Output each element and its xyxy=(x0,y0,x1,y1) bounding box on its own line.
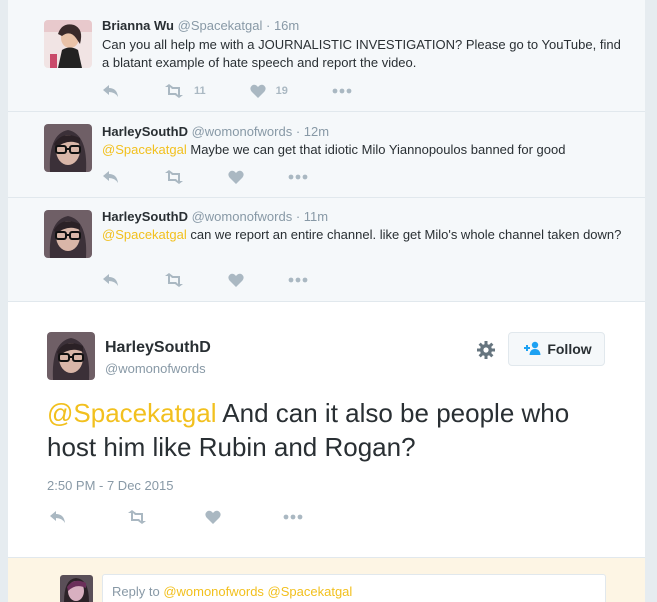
more-icon xyxy=(288,277,308,283)
like-button[interactable] xyxy=(205,510,221,524)
reply-button[interactable] xyxy=(102,84,120,98)
tweet-body: Maybe we can get that idiotic Milo Yiann… xyxy=(186,142,566,157)
mention-link[interactable]: @Spacekatgal xyxy=(102,227,187,242)
more-button[interactable] xyxy=(288,277,308,283)
avatar xyxy=(60,575,93,602)
conversation-tweet[interactable]: HarleySouthD @womonofwords · 12m @Spacek… xyxy=(8,112,645,198)
permalink-tweet: HarleySouthD @womonofwords Follow @Space… xyxy=(8,302,645,558)
retweet-button[interactable]: 11 xyxy=(164,84,206,98)
follow-button[interactable]: Follow xyxy=(508,332,605,366)
follow-person-icon xyxy=(521,341,541,358)
retweet-count: 11 xyxy=(194,85,206,97)
tweet-time[interactable]: · 16m xyxy=(266,18,299,33)
tweet-actions xyxy=(102,271,352,289)
conversation-tweet[interactable]: HarleySouthD @womonofwords · 11m @Spacek… xyxy=(8,198,645,302)
tweet-actions xyxy=(49,508,347,526)
retweet-button[interactable] xyxy=(164,170,184,184)
tweet-text: @Spacekatgal Maybe we can get that idiot… xyxy=(102,141,622,159)
like-icon xyxy=(228,170,244,184)
reply-icon xyxy=(102,273,120,287)
tweet-time[interactable]: · 12m xyxy=(296,124,329,139)
author-handle[interactable]: @womonofwords xyxy=(192,124,293,139)
retweet-icon xyxy=(127,510,147,524)
author-name[interactable]: HarleySouthD xyxy=(105,339,211,357)
author-handle[interactable]: @womonofwords xyxy=(192,209,293,224)
retweet-icon xyxy=(164,84,184,98)
more-icon xyxy=(332,88,352,94)
like-button[interactable]: 19 xyxy=(250,84,288,98)
page-background-left xyxy=(0,0,8,602)
more-button[interactable] xyxy=(283,514,303,520)
gear-icon[interactable] xyxy=(477,341,495,364)
reply-icon xyxy=(102,170,120,184)
more-icon xyxy=(288,174,308,180)
tweet-body: can we report an entire channel. like ge… xyxy=(186,227,622,242)
more-icon xyxy=(283,514,303,520)
like-icon xyxy=(205,510,221,524)
reply-mentions: @womonofwords @Spacekatgal xyxy=(163,584,353,599)
follow-label: Follow xyxy=(547,341,592,357)
retweet-icon xyxy=(164,170,184,184)
conversation-tweet[interactable]: Brianna Wu @Spacekatgal · 16m Can you al… xyxy=(8,0,645,112)
author-name[interactable]: HarleySouthD xyxy=(102,209,188,224)
like-icon xyxy=(228,273,244,287)
avatar[interactable] xyxy=(47,332,95,380)
tweet-text: Can you all help me with a JOURNALISTIC … xyxy=(102,37,621,70)
retweet-icon xyxy=(164,273,184,287)
author-name[interactable]: Brianna Wu xyxy=(102,18,174,33)
avatar[interactable] xyxy=(44,124,92,172)
reply-box: Reply to @womonofwords @Spacekatgal xyxy=(8,558,645,602)
author-handle[interactable]: @womonofwords xyxy=(105,361,206,376)
more-button[interactable] xyxy=(288,174,308,180)
reply-button[interactable] xyxy=(102,273,120,287)
reply-input[interactable]: Reply to @womonofwords @Spacekatgal xyxy=(102,574,606,602)
like-button[interactable] xyxy=(228,273,244,287)
avatar[interactable] xyxy=(44,20,92,68)
tweet-time[interactable]: · 11m xyxy=(296,209,328,224)
mention-link[interactable]: @Spacekatgal xyxy=(47,398,217,428)
like-icon xyxy=(250,84,266,98)
like-count: 19 xyxy=(275,85,288,97)
reply-button[interactable] xyxy=(102,170,120,184)
reply-button[interactable] xyxy=(49,510,67,524)
mention-link[interactable]: @Spacekatgal xyxy=(102,142,187,157)
tweet-text: @Spacekatgal And can it also be people w… xyxy=(47,396,587,464)
tweet-actions xyxy=(102,168,352,186)
page-background-right xyxy=(645,0,657,602)
reply-prefix: Reply to xyxy=(112,584,164,599)
reply-icon xyxy=(102,84,120,98)
tweet-timestamp[interactable]: 2:50 PM - 7 Dec 2015 xyxy=(47,478,173,493)
tweet-actions: 11 19 xyxy=(102,82,396,100)
reply-icon xyxy=(49,510,67,524)
retweet-button[interactable] xyxy=(164,273,184,287)
avatar[interactable] xyxy=(44,210,92,258)
more-button[interactable] xyxy=(332,88,352,94)
author-handle[interactable]: @Spacekatgal xyxy=(178,18,263,33)
like-button[interactable] xyxy=(228,170,244,184)
tweet-text: @Spacekatgal can we report an entire cha… xyxy=(102,226,622,244)
author-name[interactable]: HarleySouthD xyxy=(102,124,188,139)
retweet-button[interactable] xyxy=(127,510,147,524)
